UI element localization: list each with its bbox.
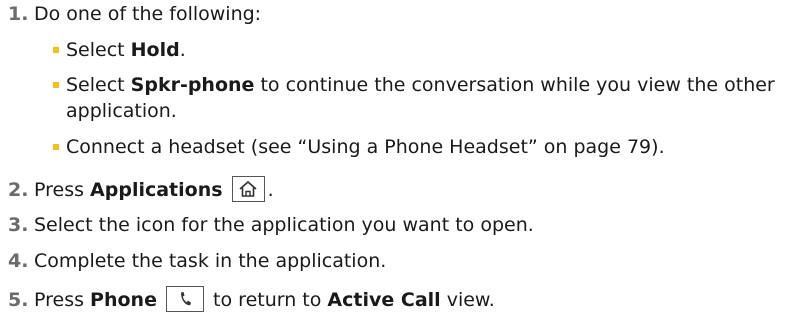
step-3: 3. Select the icon for the application yo… [8, 213, 534, 237]
phone-key [166, 286, 205, 312]
step-text: Select the icon for the application you … [34, 214, 534, 236]
step-1: 1. Do one of the following: [8, 2, 261, 26]
substep-2-continued: application. [66, 100, 177, 122]
step-number: 2. [8, 179, 29, 201]
home-icon [239, 180, 257, 197]
active-call-label: Active Call [327, 289, 441, 311]
phone-label: Phone [90, 289, 157, 311]
applications-key [231, 176, 265, 202]
step-number: 1. [8, 3, 29, 25]
step-text: Do one of the following: [34, 3, 262, 25]
step-number: 4. [8, 250, 29, 272]
step-4: 4. Complete the task in the application. [8, 249, 386, 273]
bullet-marker [53, 144, 59, 150]
step-number: 3. [8, 214, 29, 236]
hold-option: Hold [130, 39, 180, 61]
step-text: Complete the task in the application. [34, 250, 387, 272]
bullet-marker [53, 47, 59, 53]
substep-3: Connect a headset (see “Using a Phone He… [66, 136, 665, 158]
substep-2: Select Spkr-phone to continue the conver… [66, 74, 775, 96]
step-5: 5. Press Phone to return to Active Call v… [8, 286, 495, 312]
bullet-marker [53, 82, 59, 88]
phone-icon [181, 292, 192, 306]
step-number: 5. [8, 289, 29, 311]
spkr-phone-option: Spkr-phone [130, 74, 255, 96]
step-2: 2. Press Applications . [8, 176, 274, 202]
substep-1: Select Hold. [66, 39, 186, 61]
applications-label: Applications [90, 179, 223, 201]
